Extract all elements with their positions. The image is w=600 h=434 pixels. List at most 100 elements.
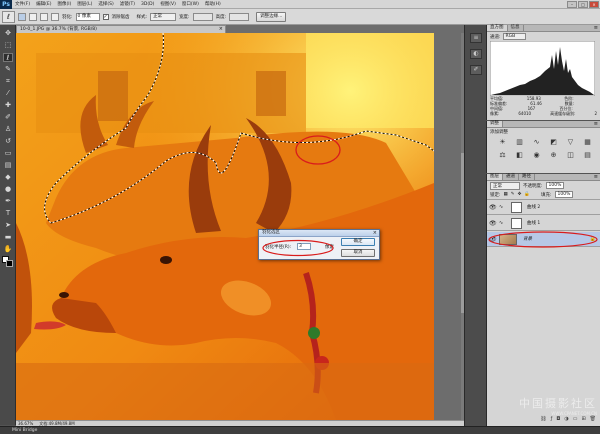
layer-name[interactable]: 曲线 1 [527, 220, 540, 226]
invert-icon[interactable]: ◫ [565, 150, 576, 160]
menu-3d[interactable]: 3D(D) [138, 2, 157, 7]
image-canvas[interactable] [16, 33, 434, 420]
layer-style-icon[interactable]: ƒ [551, 416, 553, 424]
mini-bridge-bar[interactable]: Mini Bridge [0, 426, 600, 434]
visibility-eye-icon[interactable]: 👁 [489, 204, 497, 211]
eyedropper-tool-icon[interactable]: ⁄ [3, 89, 13, 98]
new-adjustment-icon[interactable]: ◑ [564, 416, 568, 424]
tab-layers[interactable]: 图层 [487, 174, 503, 180]
exposure-icon[interactable]: ◩ [548, 137, 559, 147]
blend-mode-select[interactable]: 正常 [490, 181, 520, 190]
eraser-tool-icon[interactable]: ▭ [3, 149, 13, 158]
width-input[interactable] [192, 12, 213, 21]
dock-color-icon[interactable]: ◐ [470, 49, 482, 59]
blur-tool-icon[interactable]: ◆ [3, 173, 13, 182]
menu-select[interactable]: 选择(S) [95, 1, 116, 7]
new-group-icon[interactable]: ▭ [573, 416, 578, 424]
lock-all-icon[interactable]: 🔒 [524, 192, 530, 197]
path-select-icon[interactable]: ➤ [3, 221, 13, 230]
dock-history-icon[interactable]: ≡ [470, 33, 482, 43]
background-color-swatch[interactable] [6, 260, 13, 267]
link-layers-icon[interactable]: ⛓ [540, 416, 546, 424]
marquee-tool-icon[interactable]: ⬚ [3, 41, 13, 50]
type-tool-icon[interactable]: T [3, 209, 13, 218]
layers-menu-icon[interactable]: ≡ [594, 174, 600, 180]
layer-row-curves-2[interactable]: 👁 ∿ 曲线 2 [487, 200, 600, 215]
visibility-eye-icon[interactable]: 👁 [489, 220, 497, 227]
dock-brush-icon[interactable]: ✐ [470, 65, 482, 75]
color-balance-icon[interactable]: ⚖ [497, 150, 508, 160]
channel-mixer-icon[interactable]: ⊕ [548, 150, 559, 160]
black-white-icon[interactable]: ◧ [514, 150, 525, 160]
delete-layer-icon[interactable]: 🗑 [590, 416, 596, 424]
layer-row-background[interactable]: 👁 背景 🔒 [487, 231, 600, 248]
brightness-icon[interactable]: ☀ [497, 137, 508, 147]
dodge-tool-icon[interactable]: ● [3, 185, 13, 194]
hue-saturation-icon[interactable]: ▦ [582, 137, 593, 147]
lock-pixels-icon[interactable]: ✎ [511, 192, 515, 197]
cancel-button[interactable]: 取消 [341, 249, 375, 257]
tab-info[interactable]: 信息 [508, 25, 524, 31]
new-layer-icon[interactable]: ⊞ [581, 416, 585, 424]
add-mask-icon[interactable]: ◘ [556, 416, 560, 424]
pen-tool-icon[interactable]: ✒ [3, 197, 13, 206]
refine-edge-button[interactable]: 调整边缘... [256, 11, 287, 22]
healing-brush-icon[interactable]: ✚ [3, 101, 13, 110]
new-selection-icon[interactable] [18, 12, 26, 21]
menu-window[interactable]: 窗口(W) [179, 1, 202, 7]
hand-tool-icon[interactable]: ✋ [3, 245, 13, 254]
menu-view[interactable]: 视图(V) [157, 1, 179, 7]
menu-file[interactable]: 文件(F) [12, 1, 33, 7]
lock-position-icon[interactable]: ✥ [518, 192, 522, 197]
curves-icon[interactable]: ∿ [531, 137, 542, 147]
channel-select[interactable]: RGB [502, 33, 527, 40]
lasso-tool-icon[interactable]: ℓ [3, 53, 13, 62]
tab-channels[interactable]: 通道 [503, 174, 519, 180]
brush-tool-icon[interactable]: ✐ [3, 113, 13, 122]
clone-stamp-icon[interactable]: ♙ [3, 125, 13, 134]
close-tab-icon[interactable]: × [219, 26, 223, 33]
layer-mask-thumbnail[interactable] [511, 202, 522, 213]
quick-select-tool-icon[interactable]: ✎ [3, 65, 13, 74]
fill-input[interactable]: 100% [554, 191, 574, 198]
menu-help[interactable]: 帮助(H) [202, 1, 224, 7]
menu-filter[interactable]: 滤镜(T) [117, 1, 138, 7]
photo-filter-icon[interactable]: ◉ [531, 150, 542, 160]
intersect-selection-icon[interactable] [51, 12, 59, 21]
crop-tool-icon[interactable]: ⌗ [3, 77, 13, 86]
stat-cache-value: 2 [594, 111, 597, 116]
posterize-icon[interactable]: ▤ [582, 150, 593, 160]
style-select[interactable]: 正常 [150, 12, 177, 21]
antialias-checkbox[interactable]: ✓ [102, 13, 109, 20]
layer-mask-thumbnail[interactable] [511, 218, 522, 229]
menu-edit[interactable]: 编辑(E) [33, 1, 54, 7]
feather-input[interactable]: 0 像素 [75, 12, 100, 21]
tab-paths[interactable]: 路径 [519, 174, 535, 180]
height-input[interactable] [229, 12, 250, 21]
minimize-button[interactable]: – [567, 1, 577, 8]
subtract-selection-icon[interactable] [40, 12, 48, 21]
gradient-tool-icon[interactable]: ▤ [3, 161, 13, 170]
menu-image[interactable]: 图像(I) [54, 1, 74, 7]
panel-menu-icon[interactable]: ≡ [594, 25, 600, 31]
tab-adjustments[interactable]: 调整 [487, 121, 503, 127]
lasso-preset-icon[interactable]: ℓ [2, 10, 15, 23]
history-brush-icon[interactable]: ↺ [3, 137, 13, 146]
adjustments-menu-icon[interactable]: ≡ [594, 121, 600, 127]
document-tab[interactable]: 10-0_1.JPG @ 36.7% (背景, RGB/8) × [16, 25, 226, 33]
move-tool-icon[interactable]: ✥ [3, 29, 13, 38]
vibrance-icon[interactable]: ▽ [565, 137, 576, 147]
layer-name[interactable]: 曲线 2 [527, 204, 540, 210]
ok-button[interactable]: 确定 [341, 238, 375, 246]
levels-icon[interactable]: ▥ [514, 137, 525, 147]
close-button[interactable]: × [589, 1, 599, 8]
menu-layer[interactable]: 图层(L) [74, 1, 95, 7]
shape-tool-icon[interactable]: ▬ [3, 233, 13, 242]
maximize-button[interactable]: □ [578, 1, 588, 8]
dialog-close-icon[interactable]: × [373, 230, 377, 236]
opacity-input[interactable]: 100% [545, 182, 565, 189]
add-selection-icon[interactable] [29, 12, 37, 21]
tab-histogram[interactable]: 直方图 [487, 25, 508, 31]
layer-row-curves-1[interactable]: 👁 ∿ 曲线 1 [487, 216, 600, 231]
lock-transparency-icon[interactable]: ▦ [504, 192, 508, 197]
